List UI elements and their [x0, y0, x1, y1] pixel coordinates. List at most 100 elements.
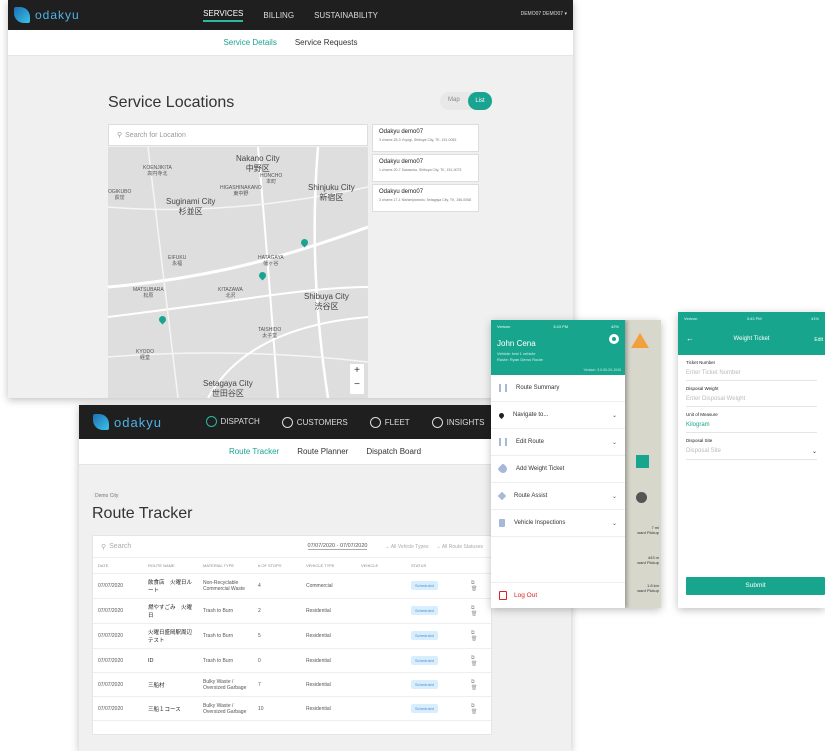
date-range-picker[interactable]: 07/07/2020 - 07/07/2020 — [307, 543, 368, 550]
location-card[interactable]: Odakyu demo07 1 chome-20-7 Sasazuka, Shi… — [372, 154, 479, 182]
toggle-list[interactable]: List — [468, 92, 492, 110]
column-header[interactable]: MATERIAL TYPE — [198, 558, 253, 574]
zone-badge[interactable]: Demo City — [92, 492, 122, 500]
tab-route-planner[interactable]: Route Planner — [297, 447, 348, 456]
nav-services[interactable]: SERVICES — [203, 9, 244, 22]
delete-icon[interactable]: 🗑 — [471, 661, 480, 667]
map-list-toggle[interactable]: Map List — [440, 92, 492, 110]
disposal-site-select[interactable]: Disposal Site ⌄ — [686, 443, 817, 460]
menu-item-route-summary[interactable]: Route Summary — [491, 375, 625, 402]
odakyu-logo-icon — [93, 414, 109, 430]
location-search-input[interactable]: ⚲ Search for Location — [108, 124, 368, 146]
nav-insights[interactable]: INSIGHTS — [431, 416, 484, 428]
cell-stops: 10 — [253, 696, 301, 721]
menu-item-route-assist[interactable]: Route Assist ⌄ — [491, 483, 625, 510]
chevron-down-icon: ⌄ — [611, 412, 617, 419]
disposal-weight-field[interactable]: Disposal Weight Enter Disposal Weight — [678, 381, 825, 407]
cell-route-name[interactable]: 燃やすごみ 火曜日 — [143, 598, 198, 624]
cell-route-name[interactable]: 三船村 — [143, 672, 198, 697]
cell-route-name[interactable]: 飲食店 火曜日ルート — [143, 573, 198, 599]
cell-route-name[interactable]: ID — [143, 648, 198, 673]
ticket-number-field[interactable]: Ticket Number Enter Ticket Number — [678, 355, 825, 381]
table-row[interactable]: 07/07/2020 火曜日盛岡駅周辺テスト Trash to Burn 5 R… — [93, 623, 491, 649]
table-row[interactable]: 07/07/2020 三船１コース Bulky Waste / Oversize… — [93, 696, 491, 721]
submit-button[interactable]: Submit — [686, 577, 825, 595]
screen-title: Weight Ticket — [733, 336, 770, 342]
nav-fleet[interactable]: FLEET — [369, 416, 410, 428]
gear-icon[interactable] — [609, 334, 619, 344]
row-actions: ⧉🗑 — [466, 598, 491, 624]
delete-icon[interactable]: 🗑 — [471, 586, 480, 592]
drawer-subtitle: Vehicle: test 1 vehicle Route: Ryan Demo … — [497, 351, 619, 363]
menu-item-add-weight-ticket[interactable]: Add Weight Ticket — [491, 456, 625, 483]
odakyu-logo[interactable]: odakyu — [93, 414, 162, 430]
odakyu-logo[interactable]: odakyu — [14, 7, 80, 23]
status-badge: Scheduled — [411, 631, 438, 640]
stop-distance: 443 m ward Pickup — [625, 555, 659, 565]
disposal-weight-input[interactable]: Enter Disposal Weight — [686, 391, 817, 407]
service-map[interactable]: Nakano City 中野区 Suginami City 杉並区 Shinju… — [108, 147, 368, 398]
delete-icon[interactable]: 🗑 — [471, 709, 480, 715]
disposal-site-field[interactable]: Disposal Site Disposal Site ⌄ — [678, 433, 825, 460]
delete-icon[interactable]: 🗑 — [471, 685, 480, 691]
cell-material: Bulky Waste / Oversized Garbage — [198, 696, 253, 721]
nav-dispatch[interactable]: DISPATCH — [205, 415, 260, 429]
location-card[interactable]: Odakyu demo07 3 chome-25-3 Yoyogi, Shibu… — [372, 124, 479, 152]
unit-of-measure-select[interactable]: Kilogram — [686, 417, 817, 433]
column-header[interactable]: DATE — [93, 558, 143, 574]
table-row[interactable]: 07/07/2020 飲食店 火曜日ルート Non-Recyclable Com… — [93, 573, 491, 599]
location-card[interactable]: Odakyu demo07 3 chome-17-1 Nishimiyamoto… — [372, 184, 479, 212]
mobile-drawer-screenshot: 7 mi ward Pickup 443 m ward Pickup 1.8 km w… — [491, 320, 661, 608]
tab-service-details[interactable]: Service Details — [223, 38, 276, 47]
location-list: Odakyu demo07 3 chome-25-3 Yoyogi, Shibu… — [372, 124, 479, 214]
menu-item-vehicle-inspections[interactable]: Vehicle Inspections ⌄ — [491, 510, 625, 537]
column-header[interactable]: STATUS — [406, 558, 466, 574]
cell-vehicle — [356, 648, 406, 673]
page-title: Service Locations — [108, 94, 235, 111]
table-row[interactable]: 07/07/2020 三船村 Bulky Waste / Oversized G… — [93, 672, 491, 697]
carrier: Verizon — [497, 324, 511, 329]
column-header[interactable]: ROUTE NAME — [143, 558, 198, 574]
zoom-in-icon[interactable]: + — [350, 364, 364, 378]
search-icon: ⚲ — [101, 543, 107, 551]
cell-status: Scheduled — [406, 696, 466, 721]
cell-vehicle — [356, 598, 406, 624]
weight-ticket-header: Verizon 3:43 PM 41% ← Weight Ticket Edit — [678, 312, 825, 355]
menu-item-edit-route[interactable]: Edit Route ⌄ — [491, 429, 625, 456]
table-row[interactable]: 07/07/2020 燃やすごみ 火曜日 Trash to Burn 2 Res… — [93, 598, 491, 624]
edit-button[interactable]: Edit — [814, 337, 823, 343]
unit-of-measure-field[interactable]: Unit of Measure Kilogram — [678, 407, 825, 433]
table-header-row: DATE ROUTE NAME MATERIAL TYPE # OF STOPS… — [93, 558, 491, 574]
menu-label: Add Weight Ticket — [516, 466, 565, 472]
cell-route-name[interactable]: 三船１コース — [143, 696, 198, 721]
user-menu[interactable]: DEMO07 DEMO07 ▾ — [521, 11, 567, 17]
zoom-out-icon[interactable]: − — [350, 378, 364, 392]
route-search-input[interactable]: ⚲ Search — [101, 543, 308, 551]
warning-icon[interactable] — [631, 333, 649, 348]
table-row[interactable]: 07/07/2020 ID Trash to Burn 0 Residentia… — [93, 648, 491, 673]
nav-sustainability[interactable]: SUSTAINABILITY — [314, 11, 378, 20]
map-zoom-control[interactable]: + − — [350, 364, 364, 394]
toggle-map[interactable]: Map — [448, 97, 460, 103]
tab-dispatch-board[interactable]: Dispatch Board — [366, 447, 421, 456]
menu-item-navigate[interactable]: Navigate to... ⌄ — [491, 402, 625, 429]
nav-billing[interactable]: BILLING — [263, 11, 294, 20]
filter-label: All Vehicle Types — [390, 543, 429, 550]
delete-icon[interactable]: 🗑 — [471, 611, 480, 617]
cell-date: 07/07/2020 — [93, 623, 143, 649]
ticket-number-input[interactable]: Enter Ticket Number — [686, 365, 817, 381]
logout-button[interactable]: Log Out — [491, 582, 625, 608]
column-header[interactable]: VEHICLE TYPE — [301, 558, 356, 574]
tab-route-tracker[interactable]: Route Tracker — [229, 447, 279, 456]
delete-icon[interactable]: 🗑 — [471, 636, 480, 642]
next-stop-icon[interactable] — [636, 492, 647, 503]
tab-service-requests[interactable]: Service Requests — [295, 38, 358, 47]
column-header[interactable]: # OF STOPS — [253, 558, 301, 574]
route-status-filter[interactable]: ⌄ All Route Statuses — [437, 544, 483, 550]
map-layer-icon[interactable] — [636, 455, 649, 468]
cell-material: Trash to Burn — [198, 623, 253, 649]
cell-route-name[interactable]: 火曜日盛岡駅周辺テスト — [143, 623, 198, 649]
column-header[interactable]: VEHICLE — [356, 558, 406, 574]
vehicle-type-filter[interactable]: ⌄ All Vehicle Types — [385, 544, 428, 550]
nav-customers[interactable]: CUSTOMERS — [281, 416, 348, 428]
